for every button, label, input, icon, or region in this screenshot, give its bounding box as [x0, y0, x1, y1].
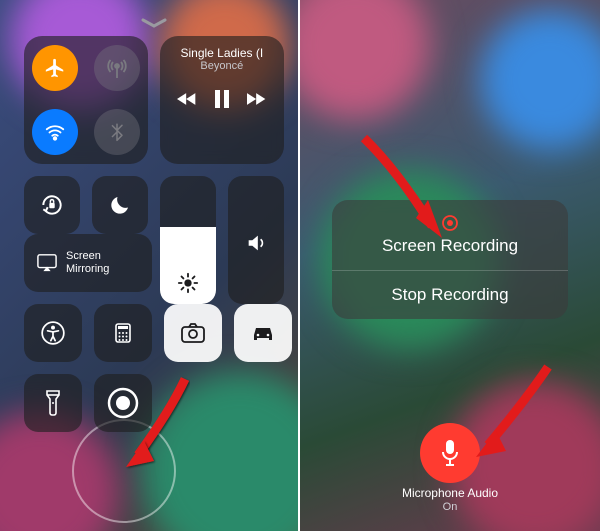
forward-icon: [247, 91, 267, 107]
screen-mirroring-button[interactable]: Screen Mirroring: [24, 234, 152, 292]
stop-recording-button[interactable]: Stop Recording: [332, 270, 568, 319]
collapse-handle[interactable]: [24, 12, 284, 36]
recording-sheet: Screen Recording Stop Recording: [332, 200, 568, 319]
airplane-icon: [44, 57, 66, 79]
moon-icon: [108, 193, 132, 217]
microphone-label: Microphone Audio On: [300, 486, 600, 513]
rewind-icon: [177, 91, 197, 107]
record-icon: [106, 386, 140, 420]
microphone-icon: [438, 438, 462, 468]
pause-button[interactable]: [215, 90, 229, 108]
rewind-button[interactable]: [177, 91, 197, 107]
car-mode-button[interactable]: [234, 304, 292, 362]
panel-divider: [298, 0, 300, 531]
chevron-down-icon: [141, 18, 167, 28]
screen-record-button[interactable]: [94, 374, 152, 432]
brightness-icon: [177, 272, 199, 294]
microphone-status: On: [300, 501, 600, 513]
screen-recording-detail-panel: Screen Recording Stop Recording Micropho…: [300, 0, 600, 531]
volume-icon: [245, 232, 267, 254]
car-icon: [250, 323, 276, 343]
track-title: Single Ladies (I: [170, 46, 274, 60]
bluetooth-toggle[interactable]: [86, 100, 148, 164]
camera-icon: [180, 322, 206, 344]
do-not-disturb-toggle[interactable]: [92, 176, 148, 234]
now-playing-module[interactable]: Single Ladies (I Beyoncé: [160, 36, 284, 164]
rotation-lock-icon: [39, 192, 65, 218]
wifi-icon: [44, 121, 66, 143]
accessibility-button[interactable]: [24, 304, 82, 362]
brightness-slider[interactable]: [160, 176, 216, 304]
airplane-mode-toggle[interactable]: [24, 36, 86, 100]
recording-title-row: Screen Recording: [332, 200, 568, 270]
annotation-arrow: [470, 361, 560, 461]
control-center-panel: Single Ladies (I Beyoncé: [0, 0, 300, 531]
antenna-icon: [105, 56, 129, 80]
recording-title: Screen Recording: [332, 236, 568, 256]
track-artist: Beyoncé: [200, 60, 243, 72]
flashlight-icon: [44, 389, 62, 417]
recording-indicator-icon: [441, 214, 459, 232]
wifi-toggle[interactable]: [24, 100, 86, 164]
pause-icon: [215, 90, 229, 108]
accessibility-icon: [40, 320, 66, 346]
volume-slider[interactable]: [228, 176, 284, 304]
forward-button[interactable]: [247, 91, 267, 107]
camera-button[interactable]: [164, 304, 222, 362]
calculator-button[interactable]: [94, 304, 152, 362]
screen-mirroring-label: Screen Mirroring: [66, 250, 109, 275]
airplay-icon: [36, 253, 58, 273]
flashlight-button[interactable]: [24, 374, 82, 432]
orientation-lock-toggle[interactable]: [24, 176, 80, 234]
connectivity-module[interactable]: [24, 36, 148, 164]
bluetooth-icon: [107, 122, 127, 142]
calculator-icon: [111, 321, 135, 345]
cellular-data-toggle[interactable]: [86, 36, 148, 100]
microphone-toggle[interactable]: [420, 423, 480, 483]
